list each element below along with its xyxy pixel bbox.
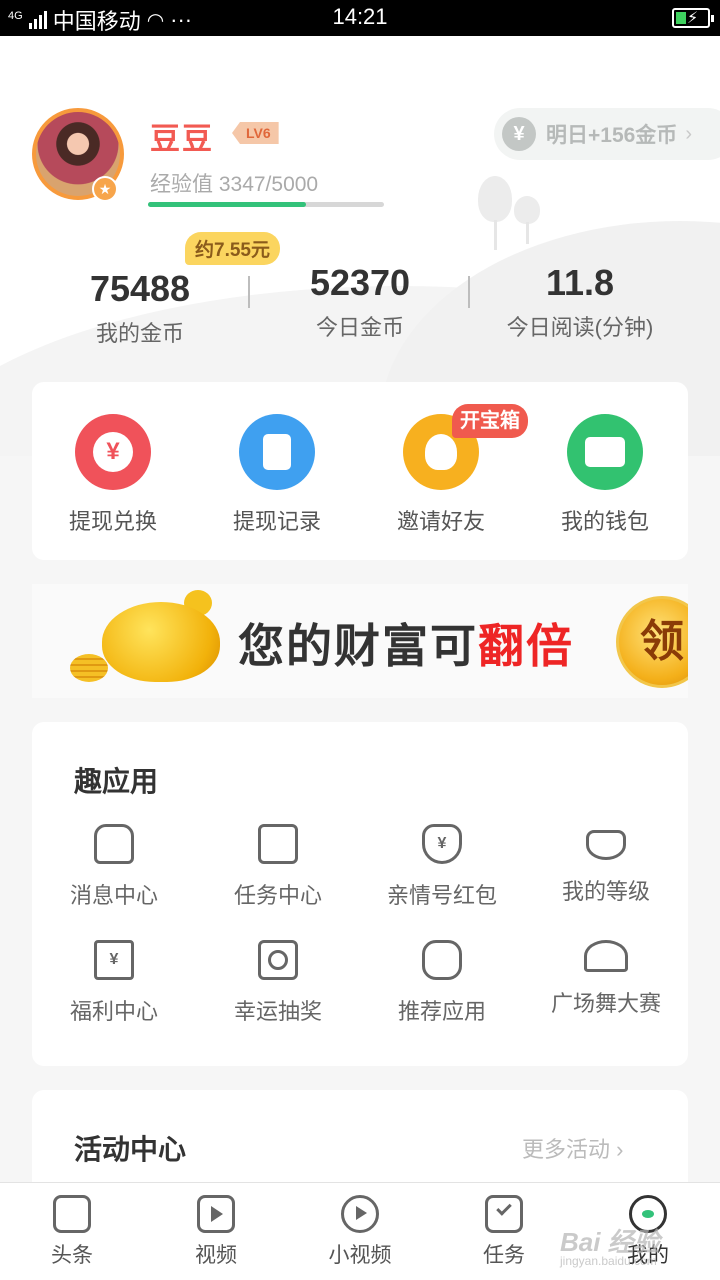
today-reading-stat[interactable]: 11.8 今日阅读(分钟) — [490, 262, 670, 342]
app-welfare-center[interactable]: ¥ 福利中心 — [32, 940, 196, 1026]
shortcuts-card: ¥ 提现兑换 提现记录 邀请好友 我的钱包 — [32, 382, 688, 560]
chevron-right-icon: › — [685, 122, 692, 145]
treasure-chest-badge[interactable]: 开宝箱 — [452, 404, 528, 438]
yen-gift-icon: ¥ — [94, 940, 134, 980]
app-label: 亲情号红包 — [386, 883, 497, 908]
today-reading-value: 11.8 — [545, 262, 615, 303]
app-family-red-packet[interactable]: ¥ 亲情号红包 — [360, 824, 524, 910]
divider — [248, 276, 250, 308]
activity-center-title: 活动中心 — [74, 1134, 187, 1165]
app-label: 任务中心 — [233, 883, 322, 908]
news-icon — [53, 1195, 91, 1233]
shortcut-label: 提现记录 — [232, 509, 321, 534]
watermark-url: jingyan.baidu.com — [560, 1254, 657, 1268]
robot-icon — [422, 940, 462, 980]
today-coins-value: 52370 — [309, 262, 411, 303]
coins-icon — [70, 654, 108, 682]
piggy-bank-icon — [102, 602, 220, 682]
short-video-icon — [341, 1195, 379, 1233]
app-lucky-draw[interactable]: 幸运抽奖 — [196, 940, 360, 1026]
fun-apps-title: 趣应用 — [74, 766, 159, 797]
app-label: 幸运抽奖 — [233, 999, 322, 1024]
shortcut-wallet[interactable]: 我的钱包 — [530, 414, 680, 536]
tomorrow-bonus-label: 明日+156金币 — [546, 124, 678, 147]
my-coins-value: 75488 — [89, 268, 191, 309]
app-square-dance[interactable]: 广场舞大赛 — [524, 940, 688, 1018]
experience-text: 经验值 3347/5000 — [150, 173, 319, 196]
shortcut-withdraw-history[interactable]: 提现记录 — [202, 414, 352, 536]
lottery-icon — [258, 940, 298, 980]
bell-icon — [94, 824, 134, 864]
tab-headlines[interactable]: 头条 — [22, 1195, 122, 1269]
more-activities-link[interactable]: 更多活动 › — [522, 1132, 623, 1164]
shortcut-withdraw[interactable]: ¥ 提现兑换 — [38, 414, 188, 536]
tab-label: 小视频 — [328, 1244, 392, 1267]
tab-label: 视频 — [195, 1244, 237, 1267]
banner-text: 您的财富可翻倍 — [238, 620, 574, 672]
app-label: 推荐应用 — [397, 999, 486, 1024]
claim-button[interactable]: 领 — [616, 596, 688, 688]
app-label: 福利中心 — [69, 999, 158, 1024]
app-message-center[interactable]: 消息中心 — [32, 824, 196, 910]
app-label: 消息中心 — [69, 883, 158, 908]
app-label: 广场舞大赛 — [550, 991, 661, 1016]
my-coins-label: 我的金币 — [95, 321, 184, 346]
today-coins-label: 今日金币 — [315, 315, 404, 340]
yen-icon: ¥ — [75, 414, 151, 490]
app-label: 我的等级 — [561, 879, 650, 904]
fun-apps-card: 趣应用 消息中心 任务中心 ¥ 亲情号红包 我的等级 ¥ 福利中心 幸运抽奖 推… — [32, 722, 688, 1066]
app-recommended-apps[interactable]: 推荐应用 — [360, 940, 524, 1026]
status-bar: 4G 中国移动 ◠ ··· 14:21 ⚡ — [0, 0, 720, 36]
approx-money-badge: 约7.55元 — [185, 232, 280, 265]
shortcut-label: 提现兑换 — [68, 509, 157, 534]
yen-icon: ¥ — [502, 117, 536, 151]
username: 豆豆 — [150, 123, 214, 156]
my-coins-stat[interactable]: 75488 我的金币 — [70, 268, 210, 348]
tab-tasks[interactable]: 任务 — [454, 1195, 554, 1269]
shortcut-label: 邀请好友 — [396, 509, 485, 534]
task-list-icon — [258, 824, 298, 864]
tomorrow-bonus-button[interactable]: ¥ 明日+156金币 › — [494, 108, 720, 160]
tab-video[interactable]: 视频 — [166, 1195, 266, 1269]
today-coins-stat[interactable]: 52370 今日金币 — [290, 262, 430, 342]
shortcut-label: 我的钱包 — [560, 509, 649, 534]
today-reading-label: 今日阅读(分钟) — [506, 315, 654, 340]
experience-bar — [148, 202, 384, 207]
divider — [468, 276, 470, 308]
level-badge: LV6 — [232, 122, 279, 144]
tab-label: 任务 — [483, 1244, 525, 1267]
red-packet-heart-icon: ¥ — [422, 824, 462, 864]
document-icon — [239, 414, 315, 490]
double-wealth-banner[interactable]: 您的财富可翻倍 领 — [32, 584, 688, 698]
battery-icon: ⚡ — [672, 8, 714, 28]
tab-label: 头条 — [51, 1244, 93, 1267]
chevron-right-icon: › — [616, 1137, 624, 1162]
level-diamond-icon — [586, 830, 626, 860]
app-task-center[interactable]: 任务中心 — [196, 824, 360, 910]
star-badge-icon: ★ — [92, 176, 118, 202]
wallet-icon — [567, 414, 643, 490]
video-icon — [197, 1195, 235, 1233]
clock: 14:21 — [332, 4, 388, 29]
tab-short-video[interactable]: 小视频 — [310, 1195, 410, 1269]
app-my-level[interactable]: 我的等级 — [524, 824, 688, 906]
fan-icon — [584, 940, 628, 972]
task-icon — [485, 1195, 523, 1233]
